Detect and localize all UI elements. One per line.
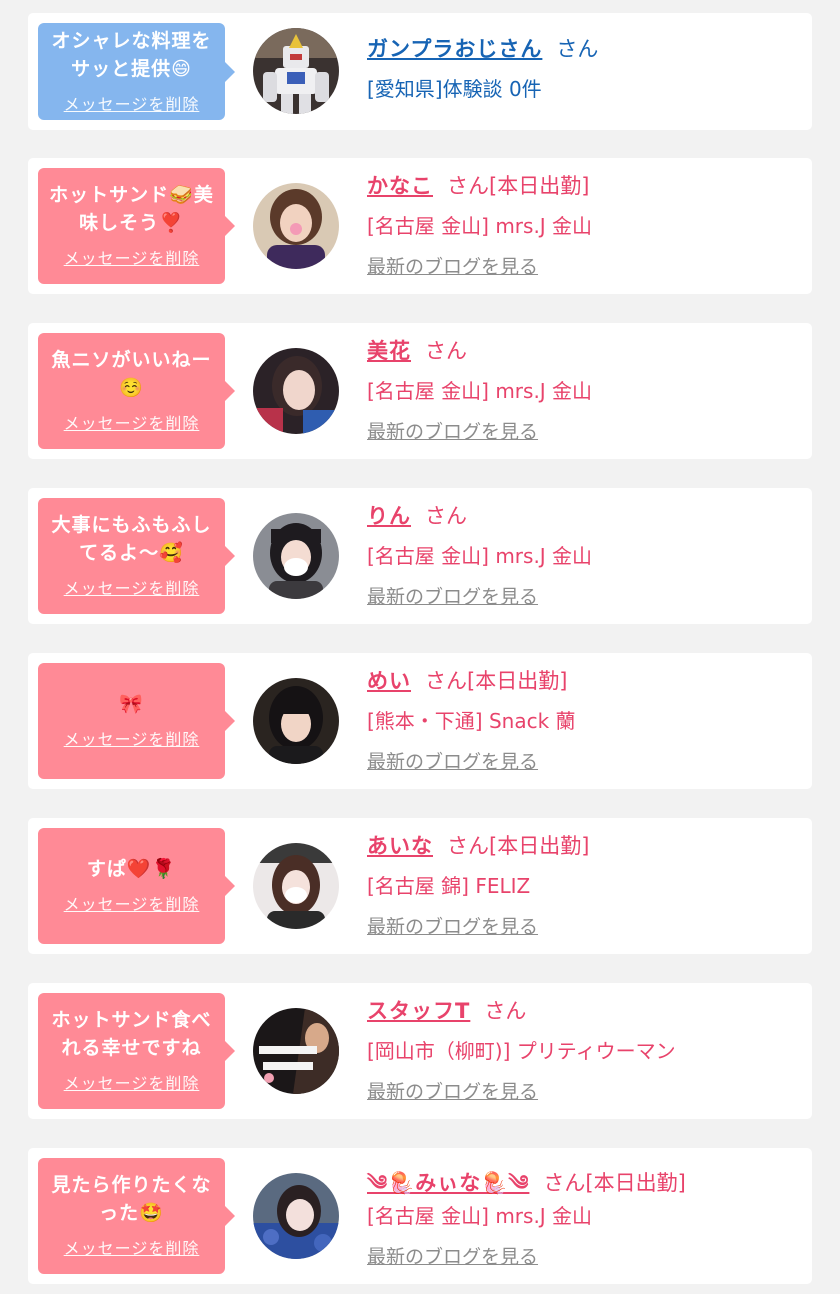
name-suffix: さん bbox=[556, 37, 599, 61]
delete-message-link[interactable]: メッセージを削除 bbox=[64, 91, 200, 115]
message-bubble: 見たら作りたくな った🤩 メッセージを削除 bbox=[38, 1158, 235, 1274]
user-info: ガンプラおじさん さん [愛知県]体験談 0件 bbox=[367, 33, 802, 107]
avatar[interactable] bbox=[253, 1008, 339, 1094]
message-text: 魚ニソがいいねー ☺️ bbox=[51, 349, 212, 399]
user-name-link[interactable]: 美花 bbox=[367, 339, 411, 363]
name-suffix: さん bbox=[425, 504, 467, 528]
avatar[interactable] bbox=[253, 678, 339, 764]
message-card: 🎀 メッセージを削除 めい さん[本日出勤] [熊本・下通] Snack 蘭 最新… bbox=[28, 653, 812, 789]
delete-message-link[interactable]: メッセージを削除 bbox=[64, 410, 200, 434]
user-name-link[interactable]: めい bbox=[367, 669, 411, 693]
message-card: オシャレな料理を サッと提供😄 メッセージを削除 ガンプラおじさん さん [愛知… bbox=[28, 13, 812, 130]
latest-blog-link[interactable]: 最新のブログを見る bbox=[367, 747, 538, 774]
avatar-image bbox=[253, 1008, 339, 1094]
delete-message-link[interactable]: メッセージを削除 bbox=[64, 245, 200, 269]
message-card: 魚ニソがいいねー ☺️ メッセージを削除 美花 さん [名古屋 金山] mrs.J… bbox=[28, 323, 812, 459]
user-info: めい さん[本日出勤] [熊本・下通] Snack 蘭 最新のブログを見る bbox=[367, 665, 802, 774]
message-bubble: すぱ❤️🌹 メッセージを削除 bbox=[38, 828, 235, 944]
avatar[interactable] bbox=[253, 1173, 339, 1259]
user-name-link[interactable]: スタッフT bbox=[367, 999, 470, 1023]
user-info: ༄🪼みぃな🪼༄ さん[本日出勤] [名古屋 金山] mrs.J 金山 最新のブログ… bbox=[367, 1160, 802, 1269]
user-name-link[interactable]: あいな bbox=[367, 834, 433, 858]
store-info: [名古屋 金山] mrs.J 金山 bbox=[367, 214, 593, 238]
message-bubble: ホットサンド🥪美 味しそう❣️ メッセージを削除 bbox=[38, 168, 235, 284]
message-text: 🎀 bbox=[119, 693, 144, 715]
message-card: 大事にもふもふし てるよ〜🥰 メッセージを削除 りん さん [名古屋 金山] mr… bbox=[28, 488, 812, 624]
store-info: [名古屋 金山] mrs.J 金山 bbox=[367, 1204, 593, 1228]
delete-message-link[interactable]: メッセージを削除 bbox=[64, 1235, 200, 1259]
message-text: 大事にもふもふし てるよ〜🥰 bbox=[51, 514, 212, 564]
avatar[interactable] bbox=[253, 843, 339, 929]
name-suffix: さん[本日出勤] bbox=[447, 174, 590, 198]
user-info: スタッフT さん [岡山市（柳町)] プリティウーマン 最新のブログを見る bbox=[367, 995, 802, 1104]
message-card: 見たら作りたくな った🤩 メッセージを削除 ༄🪼みぃな🪼༄ さん[本日出勤] [名… bbox=[28, 1148, 812, 1284]
name-suffix: さん bbox=[484, 999, 527, 1023]
message-text: オシャレな料理を サッと提供😄 bbox=[51, 29, 212, 80]
avatar[interactable] bbox=[253, 28, 339, 114]
store-info: [愛知県]体験談 0件 bbox=[367, 77, 542, 101]
avatar-image bbox=[253, 678, 339, 764]
message-list: オシャレな料理を サッと提供😄 メッセージを削除 ガンプラおじさん さん [愛知… bbox=[0, 0, 840, 1284]
latest-blog-link[interactable]: 最新のブログを見る bbox=[367, 252, 538, 279]
avatar[interactable] bbox=[253, 513, 339, 599]
user-name-link[interactable]: かなこ bbox=[367, 174, 433, 198]
message-bubble: ホットサンド食べ れる幸せですね メッセージを削除 bbox=[38, 993, 235, 1109]
user-info: りん さん [名古屋 金山] mrs.J 金山 最新のブログを見る bbox=[367, 500, 802, 609]
user-info: 美花 さん [名古屋 金山] mrs.J 金山 最新のブログを見る bbox=[367, 335, 802, 444]
user-info: かなこ さん[本日出勤] [名古屋 金山] mrs.J 金山 最新のブログを見る bbox=[367, 170, 802, 279]
avatar-image bbox=[253, 843, 339, 929]
message-bubble: 魚ニソがいいねー ☺️ メッセージを削除 bbox=[38, 333, 235, 449]
user-name-link[interactable]: ༄🪼みぃな🪼༄ bbox=[367, 1171, 529, 1195]
delete-message-link[interactable]: メッセージを削除 bbox=[64, 726, 200, 750]
user-name-link[interactable]: ガンプラおじさん bbox=[367, 37, 542, 61]
message-text: ホットサンド食べ れる幸せですね bbox=[51, 1009, 212, 1059]
store-info: [名古屋 金山] mrs.J 金山 bbox=[367, 544, 593, 568]
latest-blog-link[interactable]: 最新のブログを見る bbox=[367, 912, 538, 939]
latest-blog-link[interactable]: 最新のブログを見る bbox=[367, 582, 538, 609]
store-info: [岡山市（柳町)] プリティウーマン bbox=[367, 1039, 676, 1063]
store-info: [名古屋 錦] FELIZ bbox=[367, 874, 531, 898]
delete-message-link[interactable]: メッセージを削除 bbox=[64, 1070, 200, 1094]
store-info: [熊本・下通] Snack 蘭 bbox=[367, 709, 576, 733]
message-card: ホットサンド食べ れる幸せですね メッセージを削除 スタッフT さん [岡山市（柳… bbox=[28, 983, 812, 1119]
user-info: あいな さん[本日出勤] [名古屋 錦] FELIZ 最新のブログを見る bbox=[367, 830, 802, 939]
latest-blog-link[interactable]: 最新のブログを見る bbox=[367, 417, 538, 444]
avatar-image bbox=[253, 183, 339, 269]
message-text: ホットサンド🥪美 味しそう❣️ bbox=[49, 184, 214, 234]
message-text: すぱ❤️🌹 bbox=[86, 858, 177, 880]
message-bubble: 🎀 メッセージを削除 bbox=[38, 663, 235, 779]
name-suffix: さん bbox=[425, 339, 467, 363]
message-card: すぱ❤️🌹 メッセージを削除 あいな さん[本日出勤] [名古屋 錦] FELIZ… bbox=[28, 818, 812, 954]
delete-message-link[interactable]: メッセージを削除 bbox=[64, 575, 200, 599]
latest-blog-link[interactable]: 最新のブログを見る bbox=[367, 1077, 538, 1104]
latest-blog-link[interactable]: 最新のブログを見る bbox=[367, 1242, 538, 1269]
avatar-image bbox=[253, 1173, 339, 1259]
user-name-link[interactable]: りん bbox=[367, 504, 411, 528]
name-suffix: さん[本日出勤] bbox=[447, 834, 590, 858]
name-suffix: さん[本日出勤] bbox=[425, 669, 568, 693]
avatar-image bbox=[253, 348, 339, 434]
avatar[interactable] bbox=[253, 348, 339, 434]
store-info: [名古屋 金山] mrs.J 金山 bbox=[367, 379, 593, 403]
message-bubble: 大事にもふもふし てるよ〜🥰 メッセージを削除 bbox=[38, 498, 235, 614]
delete-message-link[interactable]: メッセージを削除 bbox=[64, 891, 200, 915]
name-suffix: さん[本日出勤] bbox=[543, 1171, 686, 1195]
message-text: 見たら作りたくな った🤩 bbox=[51, 1174, 212, 1224]
avatar-image bbox=[253, 513, 339, 599]
avatar-image bbox=[253, 28, 339, 114]
avatar[interactable] bbox=[253, 183, 339, 269]
message-card: ホットサンド🥪美 味しそう❣️ メッセージを削除 かなこ さん[本日出勤] [名古… bbox=[28, 158, 812, 294]
message-bubble: オシャレな料理を サッと提供😄 メッセージを削除 bbox=[38, 23, 235, 120]
